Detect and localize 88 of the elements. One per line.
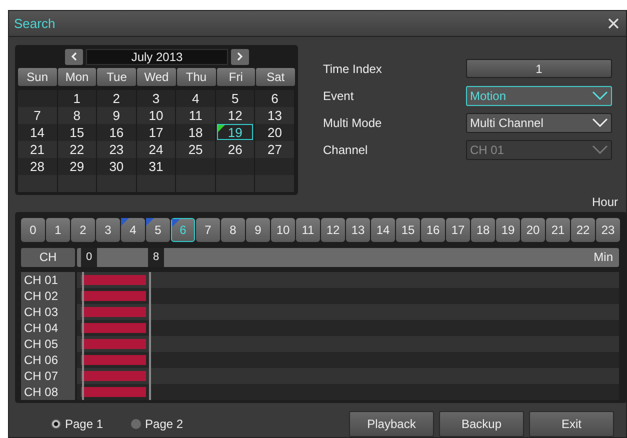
- hour-button[interactable]: 4: [121, 218, 145, 242]
- hour-button[interactable]: 20: [521, 218, 545, 242]
- weekday-header: Mon: [58, 68, 96, 86]
- calendar-day[interactable]: 5: [217, 90, 254, 106]
- calendar-day[interactable]: 6: [256, 90, 293, 106]
- hour-button[interactable]: 19: [496, 218, 520, 242]
- channel-label: CH 08: [21, 384, 75, 400]
- page-radio[interactable]: Page 1: [51, 415, 104, 433]
- time-index-button[interactable]: 1: [466, 59, 612, 78]
- calendar-day[interactable]: 2: [98, 90, 134, 106]
- channel-label: CH 02: [21, 288, 75, 304]
- hour-button[interactable]: 9: [246, 218, 270, 242]
- weekday-header: Thu: [176, 68, 216, 86]
- dialog-button[interactable]: Exit: [529, 411, 614, 437]
- dropdown[interactable]: Multi Channel: [466, 112, 612, 133]
- weekday-header: Sat: [256, 68, 295, 86]
- hour-button[interactable]: 22: [571, 218, 595, 242]
- hour-button[interactable]: 5: [146, 218, 170, 242]
- channel-label: CH 03: [21, 304, 75, 320]
- dropdown[interactable]: Motion: [466, 86, 612, 106]
- calendar-day[interactable]: 19: [217, 124, 254, 140]
- calendar-day[interactable]: 15: [58, 124, 95, 140]
- unit-label: Min: [594, 249, 613, 266]
- setting-label: Channel: [323, 142, 369, 159]
- weekday-header: Tue: [97, 68, 136, 86]
- calendar-day[interactable]: 16: [98, 124, 134, 140]
- calendar-day[interactable]: 12: [217, 107, 254, 124]
- channel-label: CH 01: [21, 272, 75, 288]
- chevron-down-icon: [592, 145, 608, 154]
- channel-label: CH 07: [21, 368, 75, 384]
- calendar-day[interactable]: 3: [138, 90, 174, 106]
- calendar-day[interactable]: 27: [256, 141, 293, 158]
- setting-label: Event: [323, 88, 355, 105]
- calendar-day[interactable]: 31: [138, 158, 174, 174]
- channel-label: CH 06: [21, 352, 75, 368]
- hour-button[interactable]: 16: [421, 218, 445, 242]
- hour-button[interactable]: 7: [196, 218, 220, 242]
- calendar-day[interactable]: 1: [58, 90, 95, 106]
- calendar-day[interactable]: 29: [58, 158, 95, 174]
- dialog-button[interactable]: Backup: [439, 411, 524, 437]
- channel-header: CH: [21, 248, 75, 267]
- hour-button[interactable]: 3: [96, 218, 120, 242]
- hour-button[interactable]: 13: [346, 218, 370, 242]
- hour-button[interactable]: 2: [71, 218, 95, 242]
- chevron-right-icon: [237, 52, 243, 62]
- minute-marker: 8: [148, 248, 164, 267]
- hour-button[interactable]: 0: [21, 218, 45, 242]
- page-radio[interactable]: Page 2: [131, 415, 184, 433]
- hour-button[interactable]: 15: [396, 218, 420, 242]
- weekday-header: Wed: [137, 68, 176, 86]
- hour-button[interactable]: 10: [271, 218, 295, 242]
- hour-button[interactable]: 14: [371, 218, 395, 242]
- next-month-button[interactable]: [231, 48, 249, 65]
- chevron-down-icon: [592, 91, 608, 100]
- calendar-day[interactable]: 4: [178, 90, 214, 106]
- minute-marker: 0: [81, 248, 97, 267]
- hour-button[interactable]: 17: [446, 218, 470, 242]
- previous-month-button[interactable]: [65, 48, 83, 65]
- calendar-day[interactable]: 13: [256, 107, 293, 124]
- hour-button[interactable]: 11: [296, 218, 320, 242]
- calendar-day[interactable]: 30: [98, 158, 134, 174]
- hour-button[interactable]: 8: [221, 218, 245, 242]
- channel-label: CH 04: [21, 320, 75, 336]
- close-icon[interactable]: [608, 18, 619, 29]
- dialog-button[interactable]: Playback: [349, 411, 434, 437]
- chevron-down-icon: [592, 118, 608, 128]
- weekday-header: Fri: [216, 68, 256, 86]
- calendar-day[interactable]: 11: [178, 107, 214, 124]
- weekday-header: Sun: [18, 68, 57, 86]
- calendar-day[interactable]: 14: [19, 124, 56, 140]
- calendar-day[interactable]: 20: [256, 124, 293, 140]
- setting-label: Multi Mode: [323, 114, 383, 132]
- chevron-left-icon: [71, 52, 77, 62]
- hour-button[interactable]: 23: [596, 218, 620, 242]
- calendar-day[interactable]: 28: [19, 158, 56, 174]
- month-label: July 2013: [86, 48, 228, 65]
- window-title: Search: [14, 14, 56, 33]
- hour-button[interactable]: 12: [321, 218, 345, 242]
- hour-button[interactable]: 1: [46, 218, 70, 242]
- setting-label: Time Index: [323, 60, 383, 78]
- calendar-day[interactable]: 17: [138, 124, 174, 140]
- hour-button[interactable]: 21: [546, 218, 570, 242]
- hour-label: Hour: [592, 196, 618, 208]
- channel-label: CH 05: [21, 336, 75, 352]
- hour-button[interactable]: 18: [471, 218, 495, 242]
- calendar-day[interactable]: 25: [178, 141, 214, 158]
- calendar-day[interactable]: 18: [178, 124, 214, 140]
- calendar-day[interactable]: 26: [217, 141, 254, 158]
